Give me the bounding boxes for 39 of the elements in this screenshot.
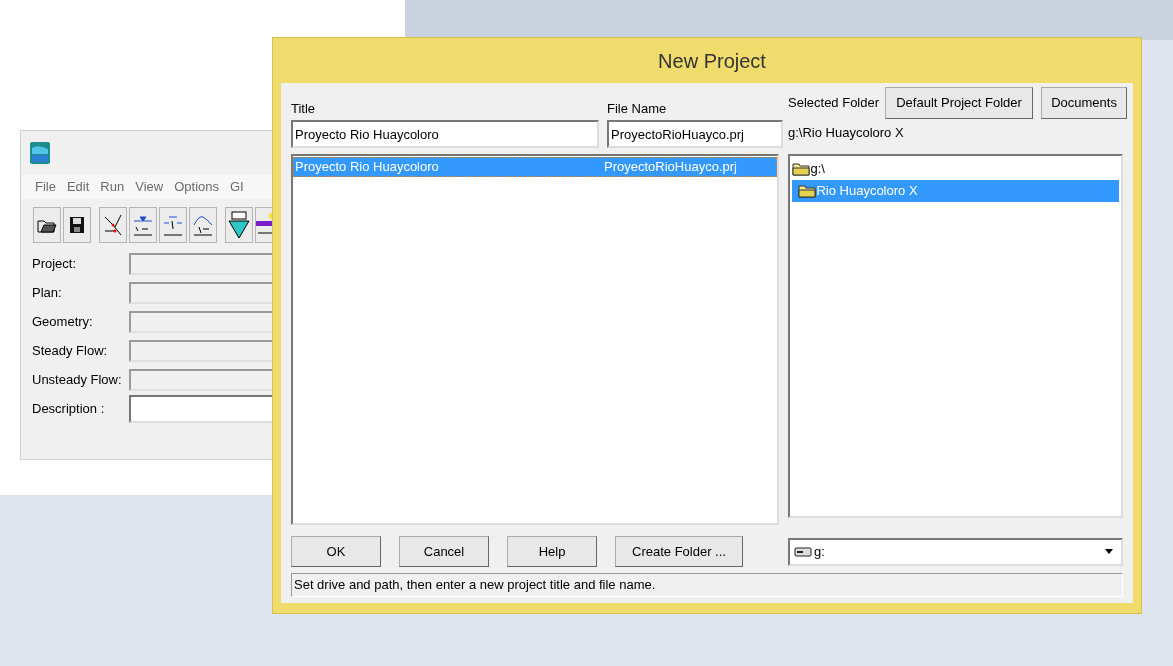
save-icon[interactable]: [63, 207, 91, 243]
status-text: Set drive and path, then enter a new project title and file name.: [294, 576, 656, 595]
folder-path: g:\Rio Huaycoloro X: [788, 124, 905, 142]
sediment-icon[interactable]: [225, 207, 253, 243]
folder-button[interactable]: Documents: [1041, 87, 1128, 119]
drive-dropdown[interactable]: g:: [787, 537, 1123, 566]
menu-item[interactable]: Options: [174, 177, 219, 197]
dropdown-arrow-icon: [1105, 549, 1113, 554]
app-icon: [30, 142, 50, 164]
folder-item[interactable]: g:\: [792, 158, 1119, 180]
dialog-button[interactable]: OK: [291, 536, 381, 567]
field-label: Steady Flow:: [32, 342, 109, 361]
field-label: Plan:: [32, 284, 63, 303]
dialog-button[interactable]: Cancel: [399, 536, 489, 567]
menu-item[interactable]: File: [35, 177, 56, 197]
steady-flow-icon[interactable]: [129, 207, 157, 243]
menu-item[interactable]: Run: [100, 177, 125, 197]
file-name-field[interactable]: ProyectoRioHuayco.prj: [607, 120, 783, 148]
folder-icon: [792, 162, 811, 176]
folder-button[interactable]: Default Project Folder: [885, 87, 1034, 119]
dialog-button[interactable]: Create Folder ...: [615, 536, 743, 567]
field-label: Unsteady Flow:: [32, 371, 123, 390]
folder-icon: [798, 184, 817, 198]
dialog-title: New Project: [657, 48, 766, 74]
field-label: Project:: [32, 255, 78, 274]
hydrograph-icon[interactable]: [189, 207, 217, 243]
open-folder-icon[interactable]: [33, 207, 61, 243]
menu-item[interactable]: View: [135, 177, 164, 197]
drive-icon: [793, 545, 812, 558]
selected-folder-label: Selected Folder: [788, 94, 880, 113]
file-name-label: File Name: [607, 100, 668, 118]
field-label: Geometry:: [32, 313, 94, 332]
field-label: Description :: [32, 400, 106, 419]
title-label: Title: [291, 100, 317, 118]
title-field[interactable]: Proyecto Rio Huaycoloro: [291, 120, 599, 148]
dialog-button[interactable]: Help: [507, 536, 597, 567]
menu-item[interactable]: GI: [230, 177, 244, 197]
cross-section-icon[interactable]: [99, 207, 127, 243]
menu-item[interactable]: Edit: [66, 177, 90, 197]
